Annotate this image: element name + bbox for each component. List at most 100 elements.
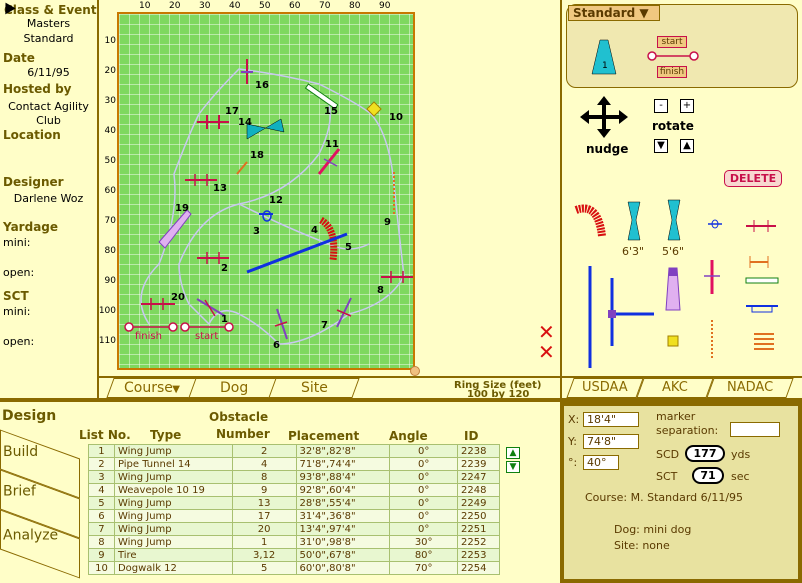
table-row[interactable]: 3 Wing Jump 8 93'8",88'4" 0° 2247: [88, 470, 500, 484]
x-ruler: 10 20 30 40 50 60 70 80 90: [117, 0, 415, 12]
tab-akc[interactable]: AKC: [636, 378, 714, 398]
obstacle-number-13: 13: [213, 183, 227, 194]
table-cell: 3: [88, 470, 115, 484]
designer-value[interactable]: Darlene Woz: [0, 192, 97, 205]
table-cell: 50'0",67'8": [295, 548, 391, 562]
table-row[interactable]: 8 Wing Jump 1 31'0",98'8" 30° 2252: [88, 535, 500, 549]
class-value-2[interactable]: Standard: [0, 32, 97, 45]
delete-button[interactable]: DELETE: [724, 170, 782, 187]
table-row[interactable]: 6 Wing Jump 17 31'4",36'8" 0° 2250: [88, 509, 500, 523]
table-cell: 2: [88, 457, 115, 471]
rotate-down-button[interactable]: ▼: [654, 139, 668, 153]
close-x-icon[interactable]: ✕: [538, 322, 555, 342]
x-tick-label: 20: [169, 1, 181, 11]
finish-palette[interactable]: finish: [657, 66, 687, 78]
table-cell: 9: [231, 483, 297, 497]
table-cell: 8: [231, 470, 297, 484]
table-cell: 0°: [389, 483, 459, 497]
col-header-placement: Placement: [288, 429, 360, 443]
y-ruler: 10 20 30 40 50 60 70 80 90 100 110: [99, 12, 117, 370]
table-cell: 13: [231, 496, 297, 510]
ring-field[interactable]: finish start 1 2 3 4 5 6 7 8 9 10 11 12 13 14 15 16 17 18…: [117, 12, 415, 370]
finish-line[interactable]: [124, 322, 178, 332]
scroll-down-button[interactable]: ▼: [506, 461, 520, 473]
obstacle-number-14: 14: [238, 117, 252, 128]
obstacle-19[interactable]: [158, 209, 192, 249]
tab-dog[interactable]: Dog: [188, 378, 280, 398]
rotate-plus-button[interactable]: +: [680, 99, 694, 113]
table-row[interactable]: 4 Weavepole 10 19 9 92'8",60'4" 0° 2248: [88, 483, 500, 497]
angle-field[interactable]: 40°: [583, 455, 619, 470]
tab-usdaa[interactable]: USDAA: [566, 378, 644, 398]
table-row[interactable]: 7 Wing Jump 20 13'4",97'4" 0° 2251: [88, 522, 500, 536]
obstacle-11[interactable]: [317, 148, 341, 175]
table-cell: 0°: [389, 496, 459, 510]
date-value[interactable]: 6/11/95: [0, 66, 97, 79]
table-row[interactable]: 2 Pipe Tunnel 14 4 71'8",74'4" 0° 2239: [88, 457, 500, 471]
rotate-minus-button[interactable]: -: [654, 99, 668, 113]
table-cell: 30°: [389, 535, 459, 549]
rotate-up-button[interactable]: ▲: [680, 139, 694, 153]
class-value-1[interactable]: Masters: [0, 17, 97, 30]
sct-label: SCT: [3, 289, 29, 303]
obstacle-16[interactable]: [241, 59, 253, 84]
nudge-label: nudge: [586, 142, 629, 156]
obstacle-icons[interactable]: [570, 198, 800, 370]
class-event-label: Class & Event: [4, 3, 97, 17]
x-tick-label: 50: [259, 1, 271, 11]
nudge-arrows-icon[interactable]: [580, 96, 628, 138]
resize-handle[interactable]: [410, 366, 420, 376]
x-field[interactable]: 18'4": [583, 412, 639, 427]
start-finish-icon[interactable]: [647, 50, 699, 62]
table-cell: 2249: [457, 496, 500, 510]
table-cell: 32'8",82'8": [295, 444, 391, 458]
table-row[interactable]: 9 Tire 3,12 50'0",67'8" 80° 2253: [88, 548, 500, 562]
table-row[interactable]: 10 Dogwalk 12 5 60'0",80'8" 70° 2254: [88, 561, 500, 575]
y-tick-label: 110: [98, 336, 116, 346]
obstacle-table[interactable]: 1 Wing Jump 2 32'8",82'8" 0° 2238 2 Pipe Tunnel…: [88, 444, 500, 575]
obstacle-10[interactable]: [366, 101, 382, 117]
obstacle-18[interactable]: [236, 161, 248, 175]
marker-separation-field[interactable]: [730, 422, 780, 437]
obstacle-14[interactable]: [246, 118, 285, 140]
x-tick-label: 10: [139, 1, 151, 11]
standard-dropdown[interactable]: Standard ▼: [568, 5, 660, 21]
obstacle-8[interactable]: [381, 271, 415, 283]
start-palette[interactable]: start: [657, 36, 687, 48]
obstacle-table-body[interactable]: 1 Wing Jump 2 32'8",82'8" 0° 2238 2 Pipe Tunnel…: [88, 444, 500, 575]
table-cell: 3,12: [231, 548, 297, 562]
course-drawing[interactable]: [119, 14, 415, 370]
y-label: Y:: [568, 435, 577, 448]
x-tick-label: 70: [319, 1, 331, 11]
sct-info-label: SCT: [656, 470, 678, 483]
tab-course[interactable]: Course ▼: [106, 378, 198, 398]
close-x-icon-2[interactable]: ✕: [538, 342, 555, 362]
contact-a-frame-icon[interactable]: 1: [590, 38, 618, 76]
sct-open-label: open:: [3, 335, 35, 348]
table-cell: 2239: [457, 457, 500, 471]
table-cell: 93'8",88'4": [295, 470, 391, 484]
obstacle-6[interactable]: [274, 308, 288, 340]
table-cell: Dogwalk 12: [113, 561, 233, 575]
table-cell: 0°: [389, 444, 459, 458]
obstacle-number-9: 9: [384, 217, 391, 228]
tab-nadac[interactable]: NADAC: [706, 378, 794, 398]
x-tick-label: 40: [229, 1, 241, 11]
obstacle-20[interactable]: [141, 298, 175, 310]
tire-63-label: 6'3": [622, 245, 645, 258]
scroll-up-button[interactable]: ▲: [506, 447, 520, 459]
table-row[interactable]: 5 Wing Jump 13 28'8",55'4" 0° 2249: [88, 496, 500, 510]
obstacle-17[interactable]: [197, 115, 229, 129]
y-field[interactable]: 74'8": [583, 434, 639, 449]
hosted-value-2[interactable]: Club: [0, 114, 97, 127]
table-cell: 92'8",60'4": [295, 483, 391, 497]
table-row[interactable]: 1 Wing Jump 2 32'8",82'8" 0° 2238: [88, 444, 500, 458]
hosted-value-1[interactable]: Contact Agility: [0, 100, 97, 113]
obstacle-7[interactable]: [336, 297, 352, 328]
table-cell: Wing Jump: [113, 496, 233, 510]
x-tick-label: 30: [199, 1, 211, 11]
event-info-panel: Class & Event Masters Standard Date 6/11…: [0, 0, 97, 378]
tab-site[interactable]: Site: [268, 378, 360, 398]
table-cell: 2248: [457, 483, 500, 497]
y-tick-label: 20: [104, 66, 116, 76]
